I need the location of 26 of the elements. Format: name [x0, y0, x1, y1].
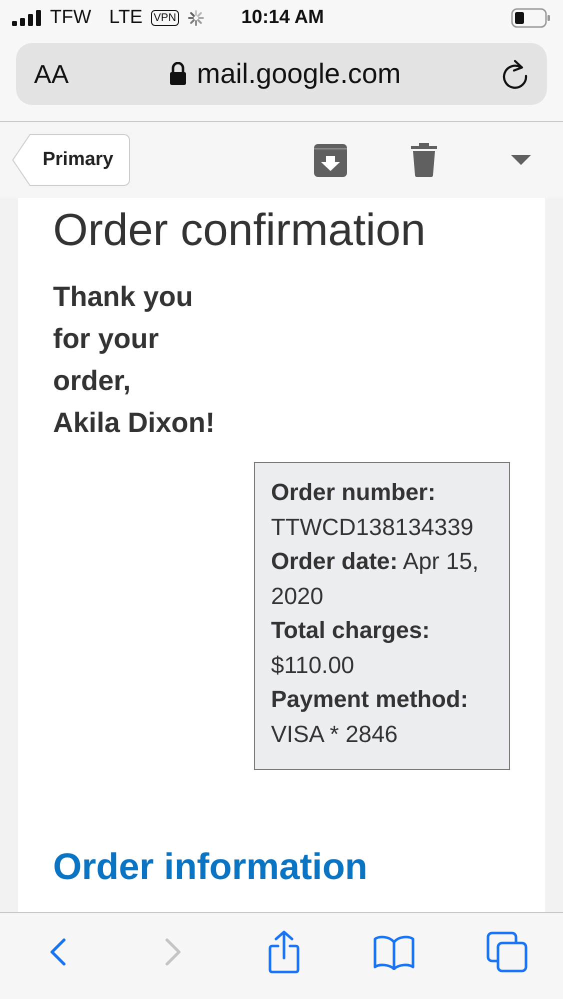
- loading-spinner-icon: [187, 9, 206, 27]
- share-icon[interactable]: [266, 930, 302, 974]
- email-title: Order confirmation: [53, 204, 427, 256]
- lock-icon: [168, 62, 187, 86]
- back-to-primary-button[interactable]: Primary: [12, 134, 130, 186]
- reload-icon[interactable]: [501, 59, 529, 89]
- carrier-name: TFW: [50, 7, 92, 29]
- archive-icon[interactable]: [314, 144, 347, 176]
- vpn-badge: VPN: [150, 10, 180, 26]
- trash-icon[interactable]: [411, 143, 437, 177]
- order-detail: Order number: TTWCD138134339: [271, 478, 474, 542]
- order-detail: Total charges: $110.00: [271, 616, 431, 680]
- bookmarks-icon[interactable]: [372, 934, 414, 970]
- page-url: mail.google.com: [196, 58, 401, 90]
- order-detail: Payment method: VISA * 2846: [271, 685, 470, 748]
- section-heading: Order information: [53, 846, 369, 888]
- order-detail: Order date: Apr 15, 2020: [271, 547, 480, 610]
- dropdown-caret-icon[interactable]: [511, 155, 531, 165]
- clock-time: 10:14 AM: [241, 7, 324, 29]
- signal-icon: [12, 10, 42, 26]
- address-bar[interactable]: AA mail.google.com: [16, 43, 547, 105]
- tabs-icon[interactable]: [486, 931, 528, 973]
- greeting-heading: Thank you for your order, Akila Dixon!: [53, 280, 216, 440]
- text-size-button[interactable]: AA: [34, 58, 69, 90]
- battery-icon: [511, 8, 551, 28]
- network-type: LTE: [109, 7, 143, 29]
